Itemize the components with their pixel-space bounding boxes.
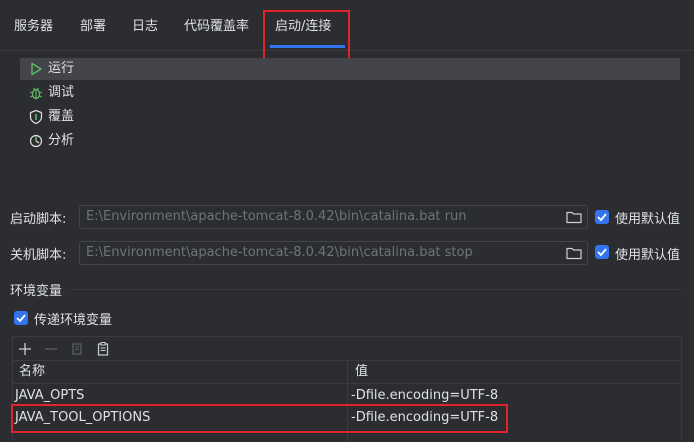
shutdown-script-value: E:\Environment\apache-tomcat-8.0.42\bin\… bbox=[86, 245, 473, 260]
tab-logs[interactable]: 日志 bbox=[132, 0, 158, 50]
shutdown-script-label: 关机脚本: bbox=[10, 248, 67, 263]
column-header-value[interactable]: 值 bbox=[355, 361, 368, 383]
add-icon[interactable] bbox=[17, 341, 33, 357]
startup-use-default-label: 使用默认值 bbox=[615, 212, 681, 227]
startup-use-default-checkbox[interactable] bbox=[595, 210, 609, 224]
startup-script-label: 启动脚本: bbox=[10, 212, 67, 227]
folder-icon[interactable] bbox=[566, 246, 582, 260]
shutdown-use-default-label: 使用默认值 bbox=[615, 248, 681, 263]
env-section-title: 环境变量 bbox=[10, 284, 63, 299]
env-name-cell: JAVA_OPTS bbox=[15, 388, 85, 403]
profiler-icon bbox=[28, 133, 44, 149]
pass-env-label: 传递环境变量 bbox=[34, 313, 113, 328]
mode-label-profiler: 分析 bbox=[48, 133, 75, 148]
tab-server[interactable]: 服务器 bbox=[14, 0, 53, 50]
startup-script-field[interactable]: E:\Environment\apache-tomcat-8.0.42\bin\… bbox=[79, 205, 588, 229]
remove-icon[interactable] bbox=[43, 341, 59, 357]
coverage-icon bbox=[28, 109, 44, 125]
paste-icon[interactable] bbox=[95, 341, 111, 357]
mode-item-coverage[interactable]: 覆盖 bbox=[20, 106, 680, 128]
startup-script-value: E:\Environment\apache-tomcat-8.0.42\bin\… bbox=[86, 209, 467, 224]
mode-label-coverage: 覆盖 bbox=[48, 109, 75, 124]
mode-label-run: 运行 bbox=[48, 61, 75, 76]
mode-item-run[interactable]: 运行 bbox=[20, 58, 680, 80]
mode-item-debug[interactable]: 调试 bbox=[20, 82, 680, 104]
pass-env-checkbox[interactable] bbox=[14, 311, 28, 325]
shutdown-use-default-checkbox[interactable] bbox=[595, 245, 609, 259]
copy-icon[interactable] bbox=[69, 341, 85, 357]
tab-deployment[interactable]: 部署 bbox=[80, 0, 106, 50]
debug-icon bbox=[28, 85, 44, 101]
column-header-name[interactable]: 名称 bbox=[19, 361, 45, 383]
mode-item-profiler[interactable]: 分析 bbox=[20, 130, 680, 152]
highlight-box-row bbox=[11, 404, 508, 433]
shutdown-script-field[interactable]: E:\Environment\apache-tomcat-8.0.42\bin\… bbox=[79, 241, 588, 265]
table-header-divider-bottom bbox=[13, 383, 681, 384]
env-value-cell: -Dfile.encoding=UTF-8 bbox=[351, 388, 499, 403]
run-icon bbox=[28, 61, 44, 77]
tab-code-coverage[interactable]: 代码覆盖率 bbox=[184, 0, 249, 50]
highlight-box-tab bbox=[263, 10, 350, 62]
table-row[interactable]: JAVA_OPTS -Dfile.encoding=UTF-8 bbox=[13, 385, 681, 406]
section-divider bbox=[70, 289, 682, 290]
mode-label-debug: 调试 bbox=[48, 85, 75, 100]
folder-icon[interactable] bbox=[566, 210, 582, 224]
